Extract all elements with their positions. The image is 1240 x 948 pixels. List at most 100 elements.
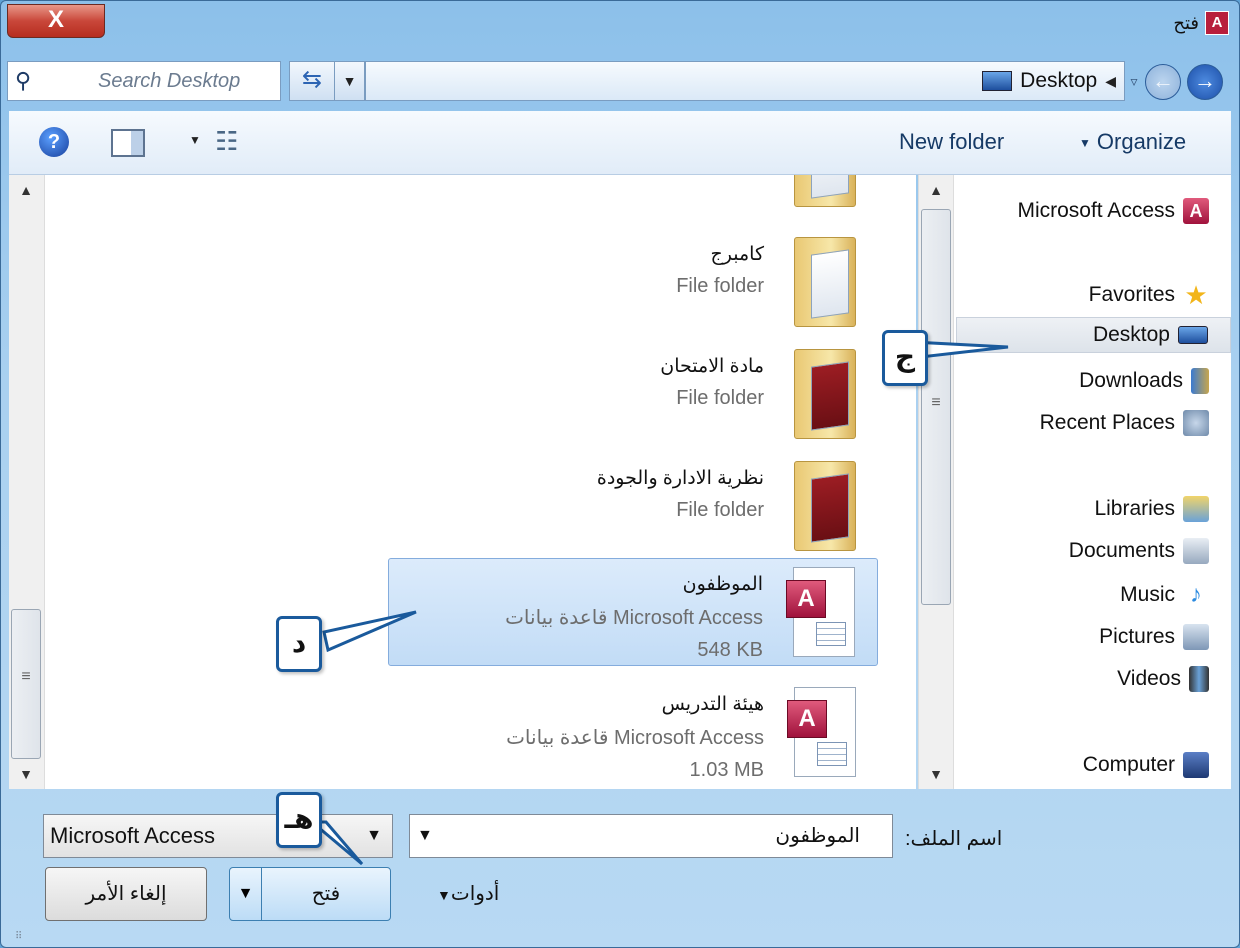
computer-icon bbox=[1183, 752, 1209, 778]
folder-icon bbox=[794, 461, 856, 551]
file-item[interactable]: File folder bbox=[388, 175, 878, 217]
breadcrumb-desktop[interactable]: Desktop bbox=[1020, 69, 1097, 93]
file-name: مادة الامتحان bbox=[660, 356, 764, 377]
file-item[interactable]: نظرية الادارة والجودة File folder bbox=[388, 453, 878, 561]
window-title: فتح bbox=[1173, 12, 1199, 33]
access-app-icon: A bbox=[1205, 11, 1229, 35]
file-name: كامبرج bbox=[710, 244, 765, 265]
file-size: 1.03 MB bbox=[689, 759, 764, 781]
command-toolbar: ? ▼ ☷ New folder ▼ Organize bbox=[9, 111, 1231, 175]
nav-item-label: Music bbox=[1120, 583, 1175, 606]
file-item[interactable]: كامبرج File folder bbox=[388, 229, 878, 337]
nav-item-label: Libraries bbox=[1094, 497, 1175, 520]
file-item-selected[interactable]: A الموظفون قاعدة بيانات Microsoft Access… bbox=[388, 558, 878, 666]
scroll-up-arrow-icon[interactable]: ▲ bbox=[9, 175, 43, 205]
file-type: File folder bbox=[676, 275, 764, 297]
title-bar: X A فتح bbox=[1, 1, 1239, 57]
nav-item-downloads[interactable]: Downloads bbox=[1079, 363, 1209, 399]
nav-item-label: Downloads bbox=[1079, 369, 1183, 392]
nav-item-label: Favorites bbox=[1088, 283, 1175, 306]
chevron-down-icon: ▼ bbox=[437, 887, 451, 903]
tools-menu-button[interactable]: أدوات▼ bbox=[417, 881, 499, 906]
back-button[interactable]: ← bbox=[1145, 64, 1181, 100]
folder-icon bbox=[794, 237, 856, 327]
folder-icon bbox=[794, 175, 856, 207]
nav-item-computer[interactable]: Computer bbox=[1083, 747, 1209, 783]
videos-icon bbox=[1189, 666, 1209, 692]
search-placeholder: Search Desktop bbox=[98, 69, 241, 92]
documents-icon bbox=[1183, 538, 1209, 564]
open-dialog-window: X A فتح ⚲ Search Desktop ⇆ ▼ Desktop ◀ ▿… bbox=[0, 0, 1240, 948]
cancel-button[interactable]: إلغاء الأمر bbox=[45, 867, 207, 921]
access-database-icon: A bbox=[787, 687, 856, 777]
file-type: File folder bbox=[676, 175, 764, 178]
nav-item-microsoft-access[interactable]: Microsoft Access A bbox=[1017, 193, 1209, 229]
nav-item-label: Videos bbox=[1117, 667, 1181, 690]
address-history-dropdown[interactable]: ▼ bbox=[335, 61, 365, 101]
scrollbar-thumb[interactable]: ≡ bbox=[11, 609, 41, 759]
nav-item-desktop[interactable]: Desktop bbox=[956, 317, 1231, 353]
recent-pages-dropdown[interactable]: ▿ bbox=[1125, 61, 1143, 101]
file-type-filter-select[interactable]: Microsoft Access ▼ bbox=[43, 814, 393, 858]
file-name: نظرية الادارة والجودة bbox=[596, 468, 764, 489]
file-list-scrollbar[interactable]: ▲ ≡ ▼ bbox=[9, 175, 45, 789]
access-icon: A bbox=[1183, 198, 1209, 224]
file-item[interactable]: A هيئة التدريس قاعدة بيانات Microsoft Ac… bbox=[388, 679, 878, 787]
chevron-down-icon: ▼ bbox=[366, 827, 382, 844]
nav-item-pictures[interactable]: Pictures bbox=[1099, 619, 1209, 655]
nav-item-label: Recent Places bbox=[1039, 411, 1175, 434]
filename-history-dropdown[interactable]: ▼ bbox=[417, 827, 433, 845]
file-type: قاعدة بيانات Microsoft Access bbox=[506, 727, 764, 749]
nav-item-favorites[interactable]: Favorites ★ bbox=[1089, 277, 1209, 313]
tools-label: أدوات bbox=[450, 883, 500, 905]
view-options-dropdown[interactable]: ▼ bbox=[189, 133, 201, 147]
nav-item-recent-places[interactable]: Recent Places bbox=[1040, 405, 1209, 441]
address-bar[interactable]: Desktop ◀ bbox=[365, 61, 1125, 101]
nav-item-libraries[interactable]: Libraries bbox=[1094, 491, 1209, 527]
scroll-up-arrow-icon[interactable]: ▲ bbox=[919, 175, 953, 205]
search-icon[interactable]: ⚲ bbox=[8, 68, 38, 94]
nav-item-music[interactable]: Music ♪ bbox=[1120, 577, 1209, 613]
nav-item-label: Documents bbox=[1068, 539, 1175, 562]
organize-dropdown-icon: ▼ bbox=[1079, 136, 1091, 151]
libraries-icon bbox=[1183, 496, 1209, 522]
new-folder-button[interactable]: New folder bbox=[899, 129, 1004, 155]
desktop-icon bbox=[982, 71, 1013, 91]
navigation-pane: Microsoft Access A Favorites ★ Desktop Dow… bbox=[954, 175, 1231, 789]
nav-item-label: Desktop bbox=[1092, 323, 1170, 346]
filename-label: اسم الملف: bbox=[905, 828, 1003, 850]
refresh-button[interactable]: ⇆ bbox=[289, 61, 335, 101]
open-button-label: فتح bbox=[311, 883, 341, 905]
preview-pane-icon[interactable] bbox=[111, 129, 145, 157]
organize-label: Organize bbox=[1096, 129, 1187, 154]
music-icon: ♪ bbox=[1190, 581, 1202, 608]
access-database-icon: A bbox=[786, 567, 855, 657]
folder-icon bbox=[794, 349, 856, 439]
help-icon[interactable]: ? bbox=[39, 127, 69, 157]
scroll-down-arrow-icon[interactable]: ▼ bbox=[919, 759, 953, 789]
recent-places-icon bbox=[1183, 410, 1209, 436]
nav-item-label: Computer bbox=[1082, 753, 1175, 776]
resize-grip-icon[interactable]: ⠿ bbox=[15, 931, 22, 942]
change-view-icon[interactable]: ☷ bbox=[215, 125, 245, 157]
forward-button[interactable]: → bbox=[1187, 64, 1223, 100]
open-options-dropdown[interactable]: ▼ bbox=[230, 868, 262, 920]
callout-label-h: هـ bbox=[276, 792, 322, 848]
close-button[interactable]: X bbox=[7, 4, 105, 38]
scrollbar-thumb[interactable]: ≡ bbox=[921, 209, 951, 605]
file-item[interactable]: مادة الامتحان File folder bbox=[388, 341, 878, 449]
open-button[interactable]: ▼ فتح bbox=[229, 867, 391, 921]
organize-button[interactable]: ▼ Organize bbox=[1079, 129, 1186, 155]
desktop-icon bbox=[1178, 326, 1208, 344]
filter-value: Microsoft Access bbox=[50, 823, 216, 848]
scroll-down-arrow-icon[interactable]: ▼ bbox=[9, 759, 43, 789]
nav-item-videos[interactable]: Videos bbox=[1117, 661, 1209, 697]
search-input[interactable]: ⚲ Search Desktop bbox=[7, 61, 281, 101]
breadcrumb-chevron-icon[interactable]: ◀ bbox=[1105, 73, 1116, 90]
nav-item-label: Microsoft Access bbox=[1017, 199, 1175, 222]
nav-pane-scrollbar[interactable]: ▲ ≡ ▼ bbox=[918, 175, 954, 789]
nav-item-documents[interactable]: Documents bbox=[1069, 533, 1209, 569]
filename-input[interactable]: الموظفون bbox=[409, 814, 893, 858]
file-name: هيئة التدريس bbox=[661, 694, 764, 715]
pictures-icon bbox=[1183, 624, 1209, 650]
